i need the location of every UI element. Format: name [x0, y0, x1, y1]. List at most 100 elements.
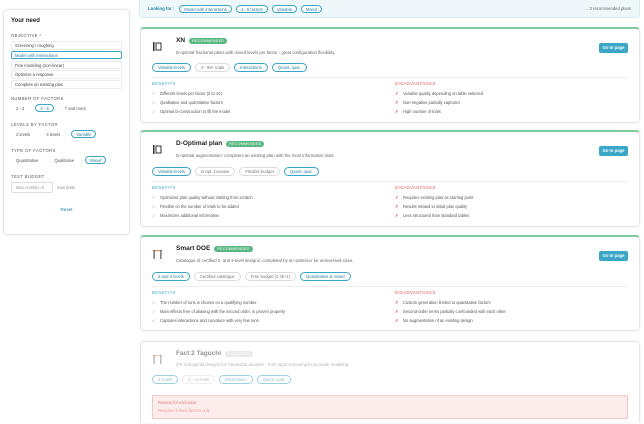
looking-chip-levels: Variable	[271, 4, 298, 13]
benefits-title: BENEFITS	[152, 81, 177, 86]
reset-button[interactable]: Reset	[11, 207, 122, 212]
matrix-icon	[153, 42, 162, 51]
budget-label: TEST BUDGET	[11, 173, 45, 179]
levels-option-3[interactable]: 3 levels	[41, 130, 65, 138]
benefit-item: ✓ Captures interactions and curvature wit…	[152, 318, 259, 323]
recommended-badge: RECOMMENDED	[189, 37, 228, 44]
objective-label: OBJECTIVE *	[11, 33, 42, 38]
disadvantage-item: ✗ Less structured than standard tables	[395, 213, 470, 218]
check-icon: ✓	[152, 91, 156, 96]
go-to-page-button[interactable]: Go to page	[599, 251, 628, 261]
plan-chip: Variable levels	[152, 63, 191, 72]
plan-title: Fact 2 Taguchi	[176, 350, 222, 357]
disadvantage-item: ✗ High number of trials	[395, 109, 441, 114]
card-head: Smart DOE RECOMMENDED	[176, 245, 253, 252]
check-icon: ✓	[152, 109, 156, 114]
looking-for-bar: Looking for : Model with interactions 4 …	[139, 0, 640, 18]
card-divider	[152, 77, 628, 78]
check-icon: ✓	[152, 213, 156, 218]
exclusion-reason-detail: Requires 2-level factors only	[158, 408, 210, 413]
plan-title: XN	[176, 37, 186, 44]
check-icon: ✓	[152, 204, 156, 209]
objective-option-interactions[interactable]: Model with interactions	[11, 50, 122, 60]
type-option-mixed[interactable]: Mixed	[85, 155, 107, 164]
objective-option-complete[interactable]: Complete an existing plan	[11, 80, 122, 89]
plan-chips: 2 levels 4 - 14 trials Interactions Quan…	[152, 375, 295, 384]
benefit-item: ✓ Maximizes additional information	[152, 213, 220, 218]
plan-chip: Quantitative & mixed	[300, 272, 351, 281]
plan-chip: Quant. qual.	[271, 63, 307, 72]
plan-chip: Flexible budget	[239, 167, 280, 176]
looking-chip-type: Mixed	[301, 4, 323, 13]
looking-chip-objective: Model with interactions	[179, 4, 232, 13]
cross-icon: ✗	[395, 109, 399, 114]
objective-list: Screening / roughing Model with interact…	[11, 41, 122, 89]
card-divider	[152, 286, 628, 287]
check-icon: ✓	[152, 309, 156, 314]
disadvantages-column: DISADVANTAGES ✗ Variable quality dependin…	[395, 81, 625, 116]
factors-option-2-3[interactable]: 2 - 3	[11, 104, 29, 112]
disadvantage-item: ✗ Non-negative partially captured	[395, 100, 460, 105]
levels-label: LEVELS BY FACTOR	[11, 121, 58, 127]
type-option-quantitative[interactable]: Quantitative	[11, 156, 43, 164]
filter-sidebar: Your need OBJECTIVE * Screening / roughi…	[3, 9, 130, 235]
cross-icon: ✗	[395, 204, 399, 209]
cross-icon: ✗	[395, 309, 399, 314]
factors-option-4-6[interactable]: 4 - 6	[35, 103, 54, 112]
plan-chip: Interactions	[218, 375, 253, 384]
disadvantage-item: ✗ No augmentation of an existing design	[395, 318, 473, 323]
disadvantages-title: DISADVANTAGES	[395, 81, 436, 86]
recommended-count: → 3 recommended plans	[584, 6, 631, 11]
plan-card-xn: XN RECOMMENDED D-optimal fractional plan…	[140, 27, 640, 123]
frame-icon	[153, 250, 162, 259]
plan-chip: Certified catalogue	[193, 272, 241, 281]
objective-option-optimize[interactable]: Optimize a response	[11, 70, 122, 79]
cross-icon: ✗	[395, 318, 399, 323]
matrix-icon	[153, 145, 162, 154]
levels-option-2[interactable]: 2 levels	[11, 130, 35, 138]
cross-icon: ✗	[395, 100, 399, 105]
check-icon: ✓	[152, 318, 156, 323]
card-head: XN RECOMMENDED	[176, 37, 228, 44]
factors-option-7-plus[interactable]: 7 and more	[60, 104, 91, 112]
looking-for-label: Looking for :	[148, 6, 175, 11]
disadvantages-column: DISADVANTAGES ✗ Requires existing plan as…	[395, 185, 625, 220]
objective-option-screening[interactable]: Screening / roughing	[11, 41, 122, 50]
levels-option-variable[interactable]: Variable	[71, 129, 97, 138]
type-label: TYPE OF FACTORS	[11, 147, 56, 153]
looking-chip-factors: 4 - 6 factors	[235, 4, 268, 13]
disadvantage-item: ✗ Requires existing plan as starting poin…	[395, 195, 474, 200]
go-to-page-button[interactable]: Go to page	[599, 43, 628, 53]
benefit-item: ✓ Different levels per factor (2 to 10)	[152, 91, 222, 96]
disadvantages-title: DISADVANTAGES	[395, 290, 436, 295]
frame-icon	[153, 355, 162, 364]
type-option-qualitative[interactable]: Qualitative	[49, 156, 79, 164]
benefits-title: BENEFITS	[152, 185, 177, 190]
recommended-badge: RECOMMENDED	[226, 140, 265, 147]
disadvantage-item: ✗ Custom generation limited to quantitati…	[395, 300, 491, 305]
check-icon: ✓	[152, 100, 156, 105]
go-to-page-button[interactable]: Go to page	[599, 146, 628, 156]
disadvantage-item: ✗ Second-order terms partially confounded…	[395, 309, 506, 314]
type-options: Quantitative Qualitative Mixed	[11, 155, 122, 164]
plan-title: D-Optimal plan	[176, 140, 223, 147]
plan-card-smart-doe: Smart DOE RECOMMENDED Catalogue of certi…	[140, 235, 640, 331]
plan-chip: Interactions	[234, 63, 268, 72]
card-head: Fact 2 Taguchi EXCLUDED	[176, 350, 254, 357]
budget-suffix: max tests	[57, 184, 75, 190]
budget-input[interactable]: Max number of	[11, 181, 53, 193]
benefit-item: ✓ The number of runs is chosen on a quali…	[152, 300, 257, 305]
plan-chips: 2 and 3 levels Certified catalogue Free …	[152, 272, 355, 281]
cross-icon: ✗	[395, 91, 399, 96]
disadvantages-column: DISADVANTAGES ✗ Custom generation limited…	[395, 290, 625, 325]
objective-option-fine-modeling[interactable]: Fine modeling (non-linear)	[11, 60, 122, 70]
benefit-item: ✓ Optimized plan quality without starting…	[152, 195, 253, 200]
plan-chip: Quant. qual.	[283, 167, 319, 176]
cross-icon: ✗	[395, 195, 399, 200]
plan-chip: 4 - 14 trials	[182, 375, 215, 384]
disadvantage-item: ✗ Results related to initial plan quality	[395, 204, 468, 209]
check-icon: ✓	[152, 300, 156, 305]
levels-options: 2 levels 3 levels Variable	[11, 129, 122, 138]
plan-chips: Variable levels D-opt. increase Flexible…	[152, 167, 323, 176]
plan-chip: 4 - 99+ trials	[194, 63, 231, 72]
